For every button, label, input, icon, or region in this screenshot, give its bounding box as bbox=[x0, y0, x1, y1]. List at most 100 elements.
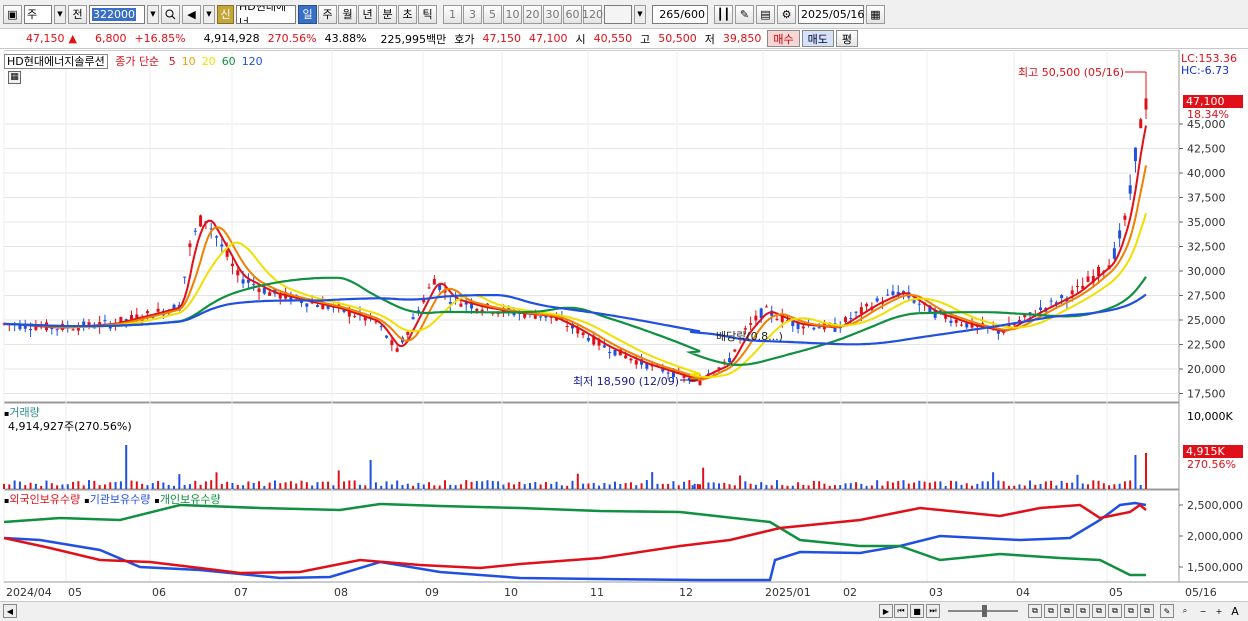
interval-dropdown-icon[interactable]: ▼ bbox=[634, 4, 646, 24]
volume-bar bbox=[3, 483, 5, 489]
interval-tab-60[interactable]: 60 bbox=[563, 4, 582, 24]
font-size-icon[interactable]: A bbox=[1228, 604, 1242, 618]
period-tab-3[interactable]: 년 bbox=[358, 4, 377, 24]
low-price: 39,850 bbox=[722, 32, 762, 45]
low-annotation: 최저 18,590 (12/09) bbox=[573, 375, 680, 388]
prev-page-icon[interactable]: ⏮ bbox=[894, 604, 908, 618]
count-input[interactable]: 265/600 bbox=[652, 4, 708, 24]
volume-bar bbox=[327, 481, 330, 489]
volume-bar bbox=[560, 485, 563, 489]
interval-tab-30[interactable]: 30 bbox=[543, 4, 562, 24]
volume-bar bbox=[406, 483, 409, 489]
buy-button[interactable]: 매수 bbox=[767, 30, 800, 47]
interval-tab-3[interactable]: 3 bbox=[463, 4, 482, 24]
table-icon[interactable]: ▦ bbox=[8, 71, 21, 84]
interval-tab-1[interactable]: 1 bbox=[443, 4, 462, 24]
zoom-slider-handle[interactable] bbox=[982, 605, 987, 617]
x-axis-label: 2024/04 bbox=[6, 586, 52, 599]
volume-bar bbox=[744, 481, 747, 489]
scroll-left-icon[interactable]: ◀ bbox=[3, 604, 17, 618]
chart-type-icon-8[interactable]: ⧉ bbox=[1140, 604, 1154, 618]
chart-canvas[interactable]: 45,00042,50040,00037,50035,00032,50030,0… bbox=[0, 50, 1248, 601]
chart-type-icon-4[interactable]: ⧉ bbox=[1076, 604, 1090, 618]
zoom-icon[interactable]: ⌕ bbox=[1178, 604, 1192, 618]
speaker-icon[interactable]: ◀ bbox=[182, 4, 201, 24]
next-page-icon[interactable]: ⏭ bbox=[926, 604, 940, 618]
save-icon[interactable]: ▤ bbox=[756, 4, 775, 24]
interval-tab-20[interactable]: 20 bbox=[523, 4, 542, 24]
volume-bar bbox=[231, 482, 234, 489]
volume-bar bbox=[289, 481, 292, 489]
chart-type-icon-7[interactable]: ⧉ bbox=[1124, 604, 1138, 618]
period-tab-6[interactable]: 틱 bbox=[418, 4, 437, 24]
code-dropdown-icon[interactable]: ▼ bbox=[147, 4, 159, 24]
market-select[interactable]: 주 bbox=[24, 4, 52, 24]
search-icon[interactable] bbox=[161, 4, 180, 24]
zoom-in-icon[interactable]: + bbox=[1212, 604, 1226, 618]
stock-code-input[interactable]: 322000 bbox=[89, 4, 145, 24]
candle-body bbox=[602, 345, 606, 348]
gear-icon[interactable]: ⚙ bbox=[777, 4, 796, 24]
new-badge[interactable]: 신 bbox=[217, 4, 234, 24]
chart-type-icon-5[interactable]: ⧉ bbox=[1092, 604, 1106, 618]
interval-input[interactable] bbox=[604, 4, 632, 24]
holding-legend-2[interactable]: 개인보유수량 bbox=[160, 493, 221, 506]
period-tab-1[interactable]: 주 bbox=[318, 4, 337, 24]
volume-bar bbox=[949, 480, 952, 489]
speaker-dropdown-icon[interactable]: ▼ bbox=[203, 4, 215, 24]
candle-body bbox=[875, 298, 879, 302]
period-tab-2[interactable]: 월 bbox=[338, 4, 357, 24]
volume-bar bbox=[986, 481, 989, 489]
volume-bar bbox=[1007, 485, 1010, 489]
average-button[interactable]: 평 bbox=[835, 30, 859, 47]
market-dropdown-icon[interactable]: ▼ bbox=[54, 4, 66, 24]
volume-bar bbox=[210, 480, 213, 489]
window-icon[interactable]: ▣ bbox=[3, 4, 22, 24]
current-price-tag: 47,100 bbox=[1183, 95, 1243, 108]
price-title[interactable]: HD현대에너지솔루션 bbox=[4, 54, 108, 69]
volume-bar bbox=[242, 485, 245, 489]
interval-tab-120[interactable]: 120 bbox=[582, 4, 603, 24]
chart-type-icon-2[interactable]: ⧉ bbox=[1044, 604, 1058, 618]
scroll-right-icon[interactable]: ▶ bbox=[879, 604, 893, 618]
period-tab-0[interactable]: 일 bbox=[298, 4, 317, 24]
interval-tab-5[interactable]: 5 bbox=[483, 4, 502, 24]
stop-icon[interactable]: ■ bbox=[910, 604, 924, 618]
x-axis-label: 09 bbox=[425, 586, 439, 599]
chart-type-icon-6[interactable]: ⧉ bbox=[1108, 604, 1122, 618]
holding-legend-1[interactable]: 기관보유수량 bbox=[90, 493, 151, 506]
volume-bar bbox=[807, 485, 810, 489]
calendar-icon[interactable]: ▦ bbox=[866, 4, 885, 24]
x-axis-label: 11 bbox=[590, 586, 604, 599]
candle-body bbox=[844, 317, 848, 322]
volume-bar bbox=[125, 445, 128, 489]
interval-tab-10[interactable]: 10 bbox=[503, 4, 522, 24]
volume-bar bbox=[311, 485, 314, 489]
volume-bar bbox=[258, 481, 261, 489]
volume-current-tag: 4,915K bbox=[1183, 445, 1243, 458]
prev-label[interactable]: 전 bbox=[68, 4, 87, 24]
volume-bar bbox=[587, 483, 590, 489]
chart-type-icon-3[interactable]: ⧉ bbox=[1060, 604, 1074, 618]
volume-bar bbox=[459, 484, 462, 489]
chart-type-icon-1[interactable]: ⧉ bbox=[1028, 604, 1042, 618]
volume-bar bbox=[791, 485, 794, 489]
holding-legend-0[interactable]: 외국인보유수량 bbox=[9, 493, 80, 506]
volume-bar bbox=[1108, 485, 1111, 489]
draw-tool-icon[interactable]: ✎ bbox=[735, 4, 754, 24]
candle-body bbox=[363, 317, 367, 321]
chart-area[interactable]: 45,000 42,500 40,000 37,500 35,000 32,500 30,0… bbox=[0, 50, 1248, 621]
zoom-out-icon[interactable]: − bbox=[1196, 604, 1210, 618]
sell-button[interactable]: 매도 bbox=[801, 30, 834, 47]
candle-body bbox=[448, 301, 452, 304]
edit-icon[interactable]: ✎ bbox=[1160, 604, 1174, 618]
date-input[interactable]: 2025/05/16 bbox=[798, 4, 864, 24]
volume-bar bbox=[380, 485, 383, 489]
candle-body bbox=[305, 303, 309, 307]
volume-bar bbox=[760, 482, 763, 489]
candle-type-icon[interactable]: ┃┃ bbox=[714, 4, 733, 24]
period-tab-4[interactable]: 분 bbox=[378, 4, 397, 24]
volume-bar bbox=[1123, 481, 1126, 489]
period-tab-5[interactable]: 초 bbox=[398, 4, 417, 24]
candle-body bbox=[1112, 248, 1116, 259]
